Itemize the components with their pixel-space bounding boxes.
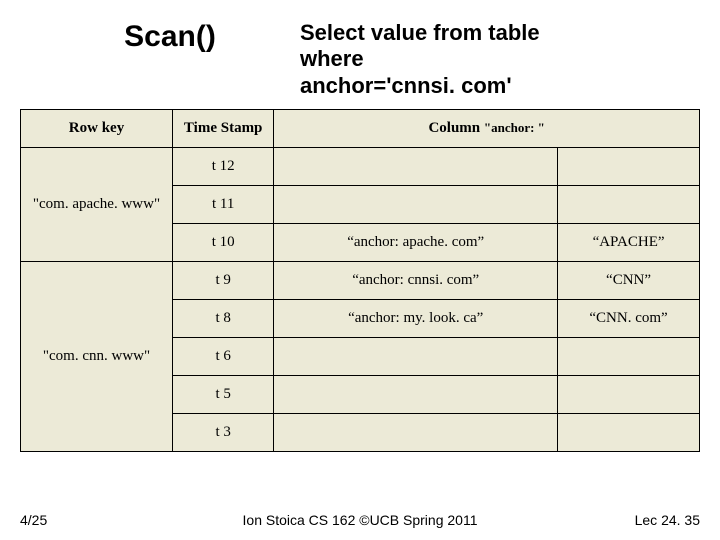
cell-val: “CNN. com” <box>558 300 700 338</box>
cell-val <box>558 186 700 224</box>
slide-header: Scan() Select value from table where anc… <box>0 0 720 109</box>
table-row: "com. cnn. www" t 9 “anchor: cnnsi. com”… <box>21 262 700 300</box>
slide-footer: 4/25 Ion Stoica CS 162 ©UCB Spring 2011 … <box>0 512 720 528</box>
query-line-2: where <box>300 46 364 71</box>
header-column: Column "anchor: " <box>274 110 700 148</box>
data-table: Row key Time Stamp Column "anchor: " "co… <box>20 109 700 452</box>
cell-col: “anchor: cnnsi. com” <box>274 262 558 300</box>
query-title: Select value from table where anchor='cn… <box>300 20 680 99</box>
header-timestamp: Time Stamp <box>173 110 274 148</box>
cell-col: “anchor: apache. com” <box>274 224 558 262</box>
footer-date: 4/25 <box>20 512 160 528</box>
cell-col <box>274 338 558 376</box>
cell-ts: t 5 <box>173 376 274 414</box>
scan-title: Scan() <box>40 20 300 99</box>
cell-ts: t 12 <box>173 148 274 186</box>
header-column-prefix: Column <box>428 120 483 136</box>
cell-val: “CNN” <box>558 262 700 300</box>
footer-center: Ion Stoica CS 162 ©UCB Spring 2011 <box>160 512 560 528</box>
rowkey-apache: "com. apache. www" <box>21 148 173 262</box>
cell-val: “APACHE” <box>558 224 700 262</box>
table-header-row: Row key Time Stamp Column "anchor: " <box>21 110 700 148</box>
header-column-quoted: "anchor: " <box>484 120 545 135</box>
cell-val <box>558 414 700 452</box>
data-table-container: Row key Time Stamp Column "anchor: " "co… <box>20 109 700 452</box>
header-rowkey: Row key <box>21 110 173 148</box>
cell-col <box>274 148 558 186</box>
cell-val <box>558 376 700 414</box>
cell-ts: t 8 <box>173 300 274 338</box>
cell-ts: t 9 <box>173 262 274 300</box>
cell-col <box>274 186 558 224</box>
rowkey-cnn: "com. cnn. www" <box>21 262 173 452</box>
cell-col <box>274 376 558 414</box>
cell-ts: t 11 <box>173 186 274 224</box>
cell-ts: t 10 <box>173 224 274 262</box>
cell-val <box>558 338 700 376</box>
cell-col: “anchor: my. look. ca” <box>274 300 558 338</box>
cell-val <box>558 148 700 186</box>
footer-lecture: Lec 24. 35 <box>560 512 700 528</box>
query-line-3: anchor='cnnsi. com' <box>300 73 512 98</box>
cell-col <box>274 414 558 452</box>
query-line-1: Select value from table <box>300 20 540 45</box>
table-row: "com. apache. www" t 12 <box>21 148 700 186</box>
cell-ts: t 6 <box>173 338 274 376</box>
cell-ts: t 3 <box>173 414 274 452</box>
